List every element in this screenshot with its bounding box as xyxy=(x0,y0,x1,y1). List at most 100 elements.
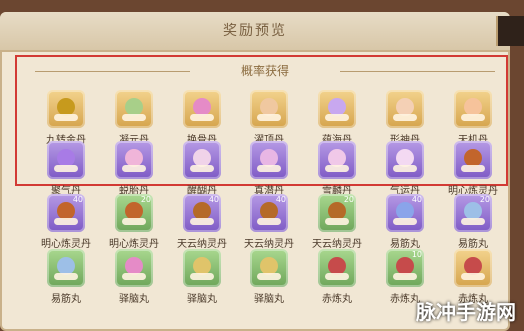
reward-item[interactable]: 九转金丹 xyxy=(36,90,96,146)
reward-item[interactable]: 易筋丸 xyxy=(36,249,96,305)
reward-item[interactable]: 驿脑丸 xyxy=(172,249,232,305)
pill-icon xyxy=(47,141,85,179)
reward-item[interactable]: 40 天云纳灵丹 xyxy=(239,194,299,250)
pill-icon xyxy=(47,249,85,287)
reward-item[interactable]: 醒醐丹 xyxy=(172,141,232,197)
reward-item[interactable]: 蜕胎丹 xyxy=(104,141,164,197)
item-name: 明心炼灵丹 xyxy=(41,239,91,250)
section-label: 概率获得 xyxy=(240,64,289,78)
reward-item[interactable]: 形神丹 xyxy=(375,90,435,146)
pill-tray-icon xyxy=(393,218,417,225)
reward-item[interactable]: 赤炼丸 xyxy=(307,249,367,305)
reward-item[interactable]: 20 易筋丸 xyxy=(443,194,503,250)
section-divider-left xyxy=(35,71,190,72)
reward-item[interactable]: 换骨丹 xyxy=(172,90,232,146)
item-name: 天云纳灵丹 xyxy=(244,239,294,250)
pill-tray-icon xyxy=(122,114,146,121)
pill-tray-icon xyxy=(190,114,214,121)
pill-icon xyxy=(115,141,153,179)
pill-tray-icon xyxy=(325,218,349,225)
pill-icon: 20 xyxy=(318,194,356,232)
pill-icon: 20 xyxy=(454,194,492,232)
reward-item[interactable]: 40 天云纳灵丹 xyxy=(172,194,232,250)
pill-tray-icon xyxy=(190,218,214,225)
pill-icon xyxy=(183,90,221,128)
pill-tray-icon xyxy=(461,218,485,225)
watermark-text: 脉冲手游网 xyxy=(416,300,516,324)
pill-tray-icon xyxy=(54,114,78,121)
pill-icon: 10 xyxy=(386,249,424,287)
gold-pill-icon xyxy=(47,90,85,128)
reward-item[interactable]: 明心炼灵丹 xyxy=(443,141,503,197)
pill-tray-icon xyxy=(122,218,146,225)
reward-item[interactable]: 蕴海丹 xyxy=(307,90,367,146)
reward-item[interactable]: 聚气丹 xyxy=(36,141,96,197)
reward-item[interactable]: 真潜丹 xyxy=(239,141,299,197)
item-name: 易筋丸 xyxy=(458,239,488,250)
reward-item[interactable]: 濯顶丹 xyxy=(239,90,299,146)
pill-tray-icon xyxy=(325,273,349,280)
pill-tray-icon xyxy=(393,165,417,172)
reward-item[interactable]: 40 易筋丸 xyxy=(375,194,435,250)
pill-tray-icon xyxy=(257,165,281,172)
pill-icon xyxy=(115,249,153,287)
item-name: 明心炼灵丹 xyxy=(109,239,159,250)
item-count: 20 xyxy=(479,195,490,204)
pill-icon xyxy=(318,90,356,128)
pill-icon xyxy=(454,249,492,287)
section-divider-right xyxy=(340,71,495,72)
pill-tray-icon xyxy=(122,165,146,172)
window-title: 奖励预览 xyxy=(223,23,287,39)
item-name: 驿脑丸 xyxy=(254,294,284,305)
pill-icon: 40 xyxy=(250,194,288,232)
pill-icon xyxy=(454,90,492,128)
pill-tray-icon xyxy=(54,165,78,172)
pill-tray-icon xyxy=(325,165,349,172)
gourd-icon xyxy=(454,141,492,179)
item-name: 易筋丸 xyxy=(390,239,420,250)
item-count: 40 xyxy=(72,195,83,204)
item-count: 10 xyxy=(411,250,422,259)
pill-tray-icon xyxy=(54,273,78,280)
pill-tray-icon xyxy=(257,273,281,280)
pill-tray-icon xyxy=(393,273,417,280)
pill-tray-icon xyxy=(325,114,349,121)
reward-item[interactable]: 驿脑丸 xyxy=(104,249,164,305)
reward-item[interactable]: 20 明心炼灵丹 xyxy=(104,194,164,250)
pill-icon xyxy=(318,141,356,179)
item-count: 40 xyxy=(208,195,219,204)
reward-item[interactable]: 40 明心炼灵丹 xyxy=(36,194,96,250)
pill-icon xyxy=(250,90,288,128)
pill-icon xyxy=(183,141,221,179)
pill-tray-icon xyxy=(461,165,485,172)
item-name: 天云纳灵丹 xyxy=(177,239,227,250)
pill-icon xyxy=(318,249,356,287)
item-name: 天云纳灵丹 xyxy=(312,239,362,250)
pill-tray-icon xyxy=(461,114,485,121)
item-count: 20 xyxy=(343,195,354,204)
item-count: 40 xyxy=(411,195,422,204)
reward-item[interactable]: 20 天云纳灵丹 xyxy=(307,194,367,250)
close-area[interactable] xyxy=(496,16,524,46)
item-count: 40 xyxy=(275,195,286,204)
pill-tray-icon xyxy=(461,273,485,280)
reward-item[interactable]: 雪麟丹 xyxy=(307,141,367,197)
reward-item[interactable]: 气运丹 xyxy=(375,141,435,197)
pill-icon xyxy=(115,90,153,128)
item-name: 驿脑丸 xyxy=(119,294,149,305)
reward-item[interactable]: 凝元丹 xyxy=(104,90,164,146)
pill-tray-icon xyxy=(190,165,214,172)
pill-icon: 40 xyxy=(386,194,424,232)
pill-icon xyxy=(386,90,424,128)
pill-icon: 40 xyxy=(183,194,221,232)
reward-item[interactable]: 驿脑丸 xyxy=(239,249,299,305)
item-count: 20 xyxy=(140,195,151,204)
pill-icon xyxy=(386,141,424,179)
pill-tray-icon xyxy=(122,273,146,280)
pill-tray-icon xyxy=(257,114,281,121)
reward-item[interactable]: 天机丹 xyxy=(443,90,503,146)
pill-icon xyxy=(250,249,288,287)
item-name: 易筋丸 xyxy=(51,294,81,305)
item-name: 赤炼丸 xyxy=(322,294,352,305)
pill-tray-icon xyxy=(190,273,214,280)
